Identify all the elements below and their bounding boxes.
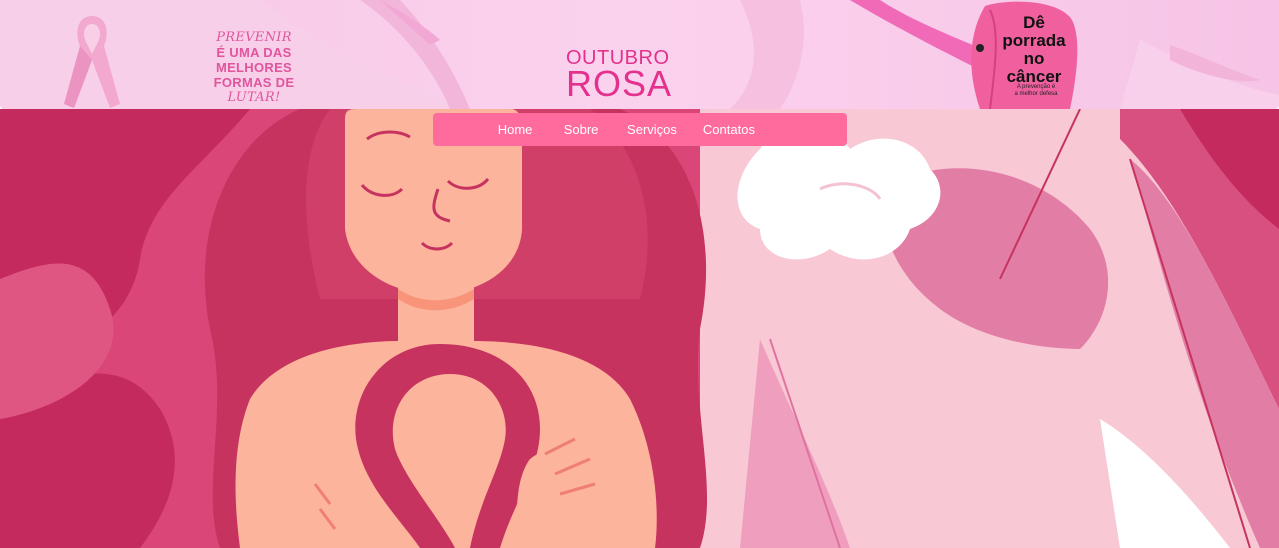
glove-subtext: A prevenção é a melhor defesa <box>1004 84 1068 98</box>
hero-artwork <box>0 109 1279 548</box>
banner-slogan: PREVENIR É UMA DAS MELHORES FORMAS DE LU… <box>212 30 296 105</box>
slogan-line-5: LUTAR! <box>227 90 281 105</box>
slogan-line-2: É UMA DAS <box>216 45 292 60</box>
glove-text-line: porrada <box>1002 31 1066 50</box>
glove-sub-line: A prevenção é <box>1016 84 1056 90</box>
slogan-line-3: MELHORES <box>215 60 293 75</box>
nav-contatos-link[interactable]: Contatos <box>690 122 768 137</box>
glove-text-line: no <box>1023 49 1045 68</box>
glove-headline: Dê porrada no câncer <box>998 14 1070 86</box>
nav-sobre-link[interactable]: Sobre <box>548 122 614 137</box>
hero-illustration <box>0 109 1279 548</box>
banner-title: OUTUBRO ROSA <box>566 48 673 104</box>
top-banner: PREVENIR É UMA DAS MELHORES FORMAS DE LU… <box>0 0 1279 109</box>
nav-servicos-link[interactable]: Serviços <box>614 122 690 137</box>
slogan-line-4: FORMAS DE <box>213 75 295 90</box>
glove-sub-line: a melhor defesa <box>1014 91 1058 97</box>
main-nav: Home Sobre Serviços Contatos <box>433 113 847 146</box>
glove-text-line: Dê <box>1023 13 1045 32</box>
pink-ribbon-icon <box>64 16 120 108</box>
title-line-rosa: ROSA <box>566 63 673 104</box>
nav-home-link[interactable]: Home <box>482 122 548 137</box>
slogan-line-1: PREVENIR <box>216 30 292 45</box>
